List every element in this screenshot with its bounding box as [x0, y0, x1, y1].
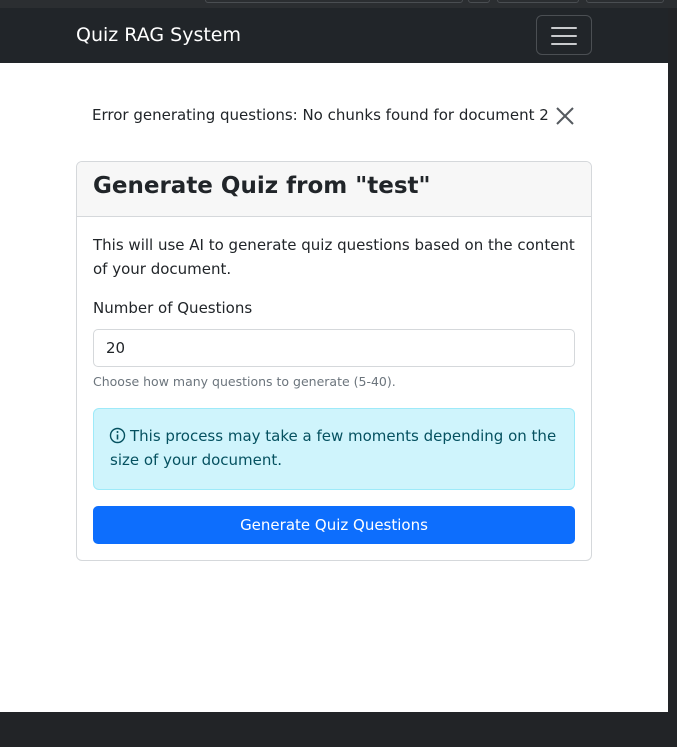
error-message: Error generating questions: No chunks fo… — [92, 106, 549, 124]
navbar-toggler-button[interactable] — [536, 15, 592, 55]
num-questions-help: Choose how many questions to generate (5… — [93, 374, 396, 389]
info-text: This process may take a few moments depe… — [110, 427, 557, 469]
browser-tab — [468, 0, 490, 3]
browser-top-strip — [0, 0, 677, 8]
intro-text: This will use AI to generate quiz questi… — [93, 236, 575, 278]
navbar-brand[interactable]: Quiz RAG System — [76, 22, 241, 48]
hamburger-menu-icon-line — [551, 35, 577, 37]
card-header: Generate Quiz from "test" — [77, 162, 591, 217]
browser-tab — [497, 0, 579, 3]
browser-window: Quiz RAG System Error generating questio… — [0, 8, 668, 712]
navbar: Quiz RAG System — [0, 8, 668, 63]
browser-tab — [205, 0, 463, 3]
num-questions-label: Number of Questions — [93, 299, 253, 317]
generate-quiz-button[interactable]: Generate Quiz Questions — [93, 506, 575, 544]
hamburger-menu-icon — [551, 27, 577, 29]
error-alert: Error generating questions: No chunks fo… — [76, 90, 592, 140]
hamburger-menu-icon-line — [551, 43, 577, 45]
page-title: Generate Quiz from "test" — [93, 173, 431, 199]
generate-quiz-card: Generate Quiz from "test" This will use … — [76, 161, 592, 561]
info-alert: This process may take a few moments depe… — [93, 408, 575, 490]
browser-tab — [586, 0, 664, 3]
num-questions-input[interactable] — [93, 329, 575, 367]
close-icon[interactable] — [554, 105, 576, 127]
